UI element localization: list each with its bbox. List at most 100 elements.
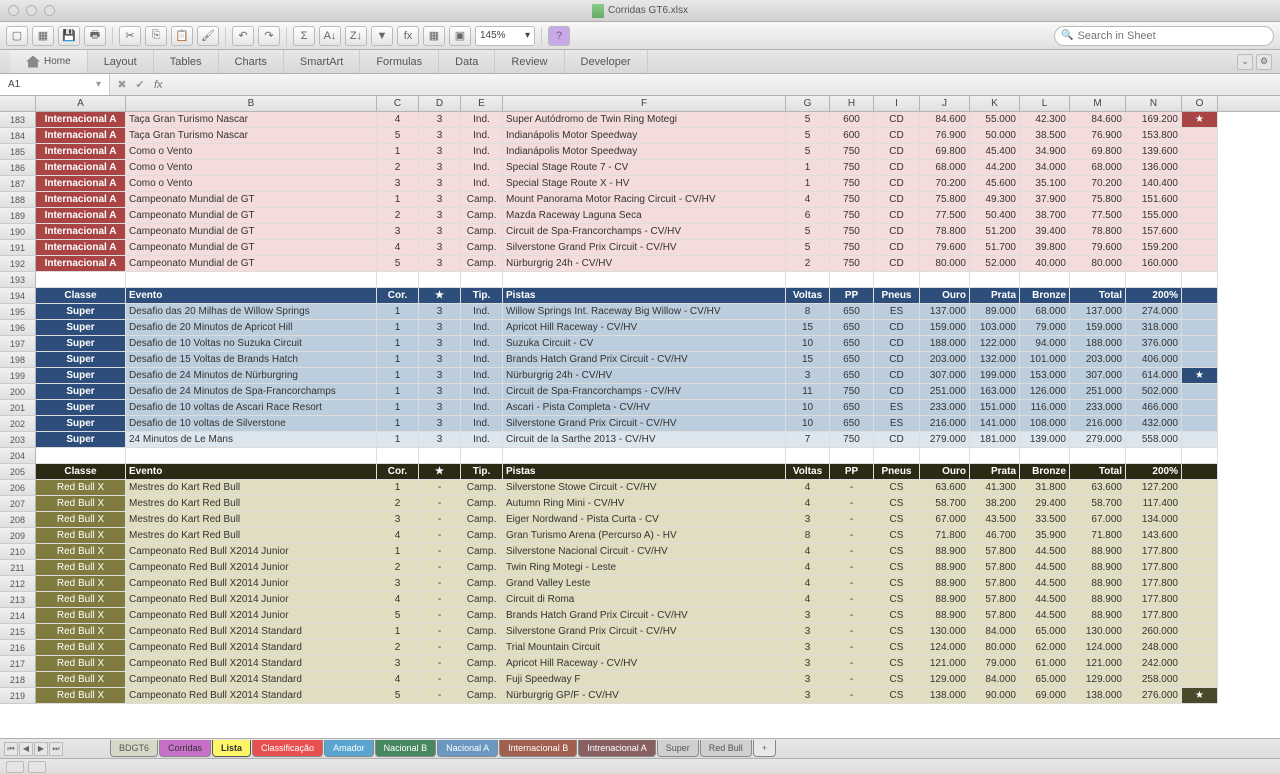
cell[interactable]: Silverstone Stowe Circuit - CV/HV bbox=[503, 480, 786, 496]
cell[interactable]: 130.000 bbox=[1070, 624, 1126, 640]
cell[interactable]: 3 bbox=[419, 240, 461, 256]
help-button[interactable]: ? bbox=[548, 26, 570, 46]
cell[interactable]: CD bbox=[874, 368, 920, 384]
cell[interactable]: 103.000 bbox=[970, 320, 1020, 336]
cell[interactable]: CS bbox=[874, 560, 920, 576]
cell[interactable]: - bbox=[419, 480, 461, 496]
cell[interactable]: Campeonato Red Bull X2014 Junior bbox=[126, 608, 377, 624]
cell[interactable] bbox=[1182, 496, 1218, 512]
cell[interactable]: 2 bbox=[377, 496, 419, 512]
cell[interactable]: - bbox=[830, 480, 874, 496]
cell[interactable]: 650 bbox=[830, 304, 874, 320]
cell[interactable] bbox=[1182, 480, 1218, 496]
cell[interactable]: Camp. bbox=[461, 512, 503, 528]
cell[interactable] bbox=[1182, 576, 1218, 592]
cell[interactable]: 70.200 bbox=[920, 176, 970, 192]
cell[interactable]: 600 bbox=[830, 128, 874, 144]
cell[interactable]: 233.000 bbox=[1070, 400, 1126, 416]
cell[interactable]: ★ bbox=[1182, 112, 1218, 128]
cell[interactable]: 34.900 bbox=[1020, 144, 1070, 160]
cell[interactable] bbox=[1182, 224, 1218, 240]
cell[interactable] bbox=[1182, 464, 1218, 480]
cell[interactable]: Super bbox=[36, 384, 126, 400]
cell[interactable]: Internacional A bbox=[36, 208, 126, 224]
cell[interactable]: Desafio das 20 Milhas de Willow Springs bbox=[126, 304, 377, 320]
cell[interactable]: 177.800 bbox=[1126, 608, 1182, 624]
cell[interactable]: 181.000 bbox=[970, 432, 1020, 448]
cell[interactable]: 406.000 bbox=[1126, 352, 1182, 368]
cell[interactable]: 127.200 bbox=[1126, 480, 1182, 496]
row-header[interactable]: 195 bbox=[0, 304, 36, 320]
search-box[interactable]: 🔍 bbox=[1054, 26, 1274, 46]
cell[interactable]: 177.800 bbox=[1126, 576, 1182, 592]
cell[interactable]: 139.000 bbox=[1020, 432, 1070, 448]
cell[interactable]: 15 bbox=[786, 320, 830, 336]
row-header[interactable]: 206 bbox=[0, 480, 36, 496]
cell[interactable]: 68.000 bbox=[1070, 160, 1126, 176]
cell[interactable]: - bbox=[830, 688, 874, 704]
sort-desc-button[interactable]: Z↓ bbox=[345, 26, 367, 46]
print-button[interactable]: 🖶 bbox=[84, 26, 106, 46]
cell[interactable]: - bbox=[419, 688, 461, 704]
cell[interactable]: 177.800 bbox=[1126, 592, 1182, 608]
cell[interactable]: Classe bbox=[36, 288, 126, 304]
cell[interactable]: Internacional A bbox=[36, 112, 126, 128]
cell[interactable]: Red Bull X bbox=[36, 576, 126, 592]
cell[interactable] bbox=[1182, 640, 1218, 656]
cell[interactable]: Nürburgrig 24h - CV/HV bbox=[503, 256, 786, 272]
sheet-tab[interactable]: Internacional B bbox=[499, 740, 577, 757]
cell[interactable]: 153.800 bbox=[1126, 128, 1182, 144]
cell[interactable]: 50.000 bbox=[970, 128, 1020, 144]
cell[interactable]: 3 bbox=[786, 688, 830, 704]
cell[interactable]: 138.000 bbox=[1070, 688, 1126, 704]
cell[interactable] bbox=[1020, 448, 1070, 464]
cell[interactable]: Silverstone Grand Prix Circuit - CV/HV bbox=[503, 624, 786, 640]
cell[interactable]: 88.900 bbox=[920, 576, 970, 592]
cell[interactable]: - bbox=[830, 512, 874, 528]
cell[interactable]: - bbox=[419, 576, 461, 592]
cell[interactable]: Como o Vento bbox=[126, 176, 377, 192]
cell[interactable]: 122.000 bbox=[970, 336, 1020, 352]
cell[interactable]: CD bbox=[874, 160, 920, 176]
cell[interactable]: 37.900 bbox=[1020, 192, 1070, 208]
cell[interactable] bbox=[830, 448, 874, 464]
cell[interactable]: 79.600 bbox=[1070, 240, 1126, 256]
accept-formula-button[interactable]: ✔ bbox=[132, 77, 148, 93]
cell[interactable] bbox=[1182, 208, 1218, 224]
cell[interactable]: 248.000 bbox=[1126, 640, 1182, 656]
name-box[interactable]: A1▾ bbox=[0, 74, 110, 95]
cell[interactable]: Camp. bbox=[461, 224, 503, 240]
sort-asc-button[interactable]: A↓ bbox=[319, 26, 341, 46]
cell[interactable]: 84.600 bbox=[1070, 112, 1126, 128]
cell[interactable]: 4 bbox=[786, 192, 830, 208]
cell[interactable]: - bbox=[419, 656, 461, 672]
cell[interactable]: Red Bull X bbox=[36, 592, 126, 608]
cell[interactable] bbox=[1182, 320, 1218, 336]
row-header[interactable]: 211 bbox=[0, 560, 36, 576]
cell[interactable]: Pistas bbox=[503, 464, 786, 480]
cell[interactable]: 3 bbox=[419, 352, 461, 368]
row-header[interactable]: 184 bbox=[0, 128, 36, 144]
cell[interactable]: Ind. bbox=[461, 304, 503, 320]
cell[interactable]: Total bbox=[1070, 288, 1126, 304]
undo-button[interactable]: ↶ bbox=[232, 26, 254, 46]
row-header[interactable]: 208 bbox=[0, 512, 36, 528]
cell[interactable]: CD bbox=[874, 224, 920, 240]
column-header-M[interactable]: M bbox=[1070, 96, 1126, 111]
cell[interactable]: 84.000 bbox=[970, 624, 1020, 640]
cell[interactable]: 4 bbox=[377, 240, 419, 256]
cell[interactable]: 65.000 bbox=[1020, 672, 1070, 688]
cell[interactable]: 138.000 bbox=[920, 688, 970, 704]
cell[interactable]: 4 bbox=[786, 576, 830, 592]
cell[interactable]: 139.600 bbox=[1126, 144, 1182, 160]
cell[interactable]: 4 bbox=[377, 592, 419, 608]
row-header[interactable]: 205 bbox=[0, 464, 36, 480]
cell[interactable]: Camp. bbox=[461, 240, 503, 256]
cell[interactable]: 43.500 bbox=[970, 512, 1020, 528]
cell[interactable]: 124.000 bbox=[920, 640, 970, 656]
cell[interactable]: 45.600 bbox=[970, 176, 1020, 192]
cell[interactable]: Internacional A bbox=[36, 192, 126, 208]
cell[interactable]: 80.000 bbox=[970, 640, 1020, 656]
ribbon-tab-data[interactable]: Data bbox=[439, 50, 495, 73]
cell[interactable]: CS bbox=[874, 544, 920, 560]
